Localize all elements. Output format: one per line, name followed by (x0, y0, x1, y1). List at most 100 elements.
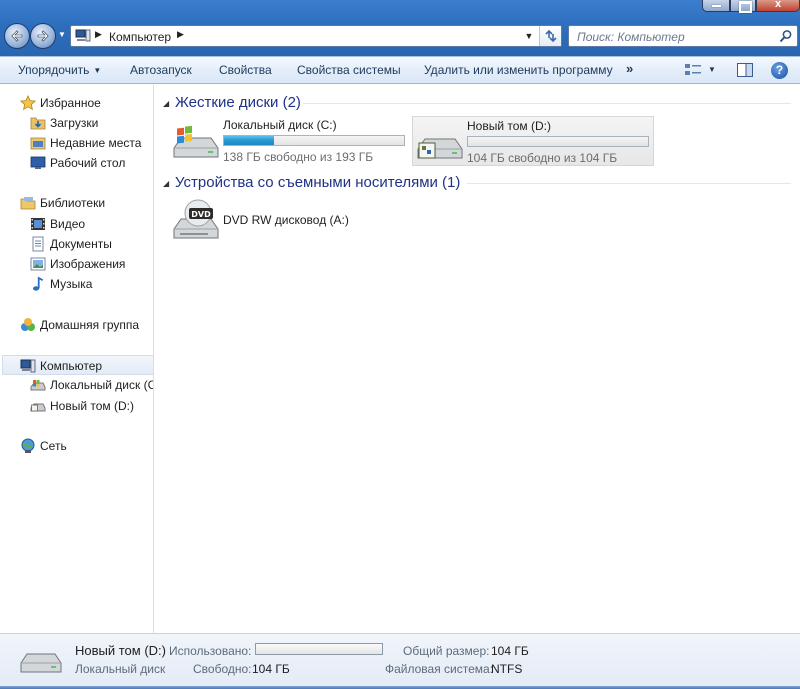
drive-icon (417, 138, 463, 159)
system-properties-button[interactable]: Свойства системы (297, 63, 401, 77)
free-value: 104 ГБ (252, 662, 290, 676)
sidebar-item-desktop[interactable]: Рабочий стол (30, 153, 152, 173)
sidebar-item-label: Недавние места (50, 136, 142, 150)
close-button[interactable]: x (756, 0, 800, 12)
drive-usage-bar (467, 136, 649, 147)
total-size-label: Общий размер: (403, 644, 490, 658)
sidebar-item-label: Домашняя группа (40, 318, 140, 332)
sidebar-item-label: Видео (50, 217, 86, 231)
documents-icon (32, 236, 44, 252)
sidebar-item-label: Рабочий стол (50, 156, 126, 170)
maximize-button[interactable] (730, 0, 756, 13)
search-icon[interactable] (779, 29, 793, 43)
sidebar-item-downloads[interactable]: Загрузки (30, 113, 152, 133)
drive-name: Новый том (D:) (467, 119, 551, 133)
details-usage-bar (255, 643, 383, 655)
drive-tile-c[interactable]: Локальный диск (C:) 138 ГБ свободно из 1… (169, 116, 410, 166)
drive-usage-fill (224, 136, 275, 145)
help-icon[interactable]: ? (771, 62, 788, 79)
homegroup-icon (21, 318, 35, 331)
system-drive-icon (173, 125, 219, 158)
navigation-pane: Избранное Загрузки Недавние места Рабочи… (0, 85, 154, 633)
sidebar-item-computer[interactable]: Компьютер (2, 355, 153, 375)
organize-button[interactable]: Упорядочить ▼ (18, 63, 101, 77)
sidebar-item-recent[interactable]: Недавние места (30, 133, 152, 153)
sidebar-item-label: Музыка (50, 277, 93, 291)
drive-name: Локальный диск (C:) (223, 118, 337, 132)
autoplay-button[interactable]: Автозапуск (130, 63, 192, 77)
drive-tile-d[interactable]: Новый том (D:) 104 ГБ свободно из 104 ГБ (412, 116, 654, 166)
group-title: Жесткие диски (2) (175, 94, 301, 111)
network-icon (21, 438, 35, 453)
change-view-icon[interactable] (684, 63, 702, 77)
sidebar-item-network[interactable]: Сеть (20, 436, 150, 456)
music-icon (33, 276, 44, 291)
sidebar-item-libraries[interactable]: Библиотеки (20, 193, 150, 213)
properties-button[interactable]: Свойства (219, 63, 272, 77)
sidebar-item-favorites[interactable]: Избранное (20, 93, 150, 113)
file-system-label: Файловая система: (385, 662, 494, 676)
pictures-icon (30, 257, 46, 271)
arrow-right-icon (37, 30, 49, 42)
recent-pages-dropdown[interactable]: ▼ (58, 30, 68, 40)
back-button[interactable] (4, 23, 30, 49)
search-placeholder: Поиск: Компьютер (577, 30, 685, 44)
computer-icon (20, 359, 36, 373)
details-item-kind: Локальный диск (75, 662, 166, 676)
group-divider (303, 103, 791, 104)
sidebar-item-label: Изображения (50, 257, 126, 271)
sidebar-item-new-volume[interactable]: Новый том (D:) (30, 396, 153, 416)
used-label: Использовано: (169, 644, 252, 658)
preview-pane-icon[interactable] (737, 63, 753, 77)
sidebar-item-documents[interactable]: Документы (30, 234, 152, 254)
recent-places-icon (30, 137, 46, 150)
sidebar-item-pictures[interactable]: Изображения (30, 254, 152, 274)
system-drive-icon (30, 380, 46, 391)
breadcrumb-separator[interactable]: ▶ (177, 29, 184, 40)
uninstall-program-button[interactable]: Удалить или изменить программу (424, 63, 613, 77)
sidebar-item-label: Документы (50, 237, 112, 251)
command-bar: Упорядочить ▼ Автозапуск Свойства Свойств… (0, 56, 800, 84)
star-icon (20, 95, 36, 111)
dvd-drive-icon: DVD (173, 199, 219, 239)
computer-icon (75, 29, 91, 42)
group-hard-disks[interactable]: ◢ Жесткие диски (2) (163, 93, 793, 113)
sidebar-item-videos[interactable]: Видео (30, 214, 152, 234)
more-commands-button[interactable]: » (626, 61, 633, 76)
sidebar-item-label: Избранное (40, 96, 101, 110)
sidebar-item-label: Локальный диск (С (50, 378, 154, 392)
details-item-name: Новый том (D:) (75, 643, 166, 658)
refresh-button[interactable] (539, 26, 561, 46)
breadcrumb-separator[interactable]: ▶ (95, 29, 102, 40)
desktop-icon (30, 156, 46, 169)
sidebar-item-local-disk[interactable]: Локальный диск (С (30, 375, 154, 395)
sidebar-item-label: Сеть (40, 439, 67, 453)
details-pane: Новый том (D:) Локальный диск Использова… (0, 633, 800, 689)
window-controls: x (702, 0, 800, 13)
drive-tile-dvd[interactable]: DVD DVD RW дисковод (A:) (169, 197, 410, 247)
sidebar-item-label: Библиотеки (40, 196, 106, 210)
chevron-down-icon[interactable]: ▼ (708, 65, 716, 74)
forward-button[interactable] (30, 23, 56, 49)
breadcrumb-computer[interactable]: Компьютер (109, 30, 171, 44)
group-removable[interactable]: ◢ Устройства со съемными носителями (1) (163, 173, 793, 193)
drive-name: DVD RW дисковод (A:) (223, 213, 349, 227)
minimize-button[interactable] (702, 0, 730, 12)
address-bar[interactable]: ▶ Компьютер ▶ ▼ (70, 25, 562, 47)
group-divider (467, 183, 791, 184)
window-title-bar: x ▼ ▶ Компьютер ▶ ▼ Поиск: Компьютер (0, 0, 800, 56)
drive-icon (30, 403, 46, 412)
search-box[interactable]: Поиск: Компьютер (568, 25, 798, 47)
downloads-folder-icon (30, 117, 46, 130)
sidebar-item-music[interactable]: Музыка (30, 274, 152, 294)
video-icon (31, 218, 45, 230)
address-dropdown[interactable]: ▼ (521, 26, 537, 46)
free-label: Свободно: (193, 662, 252, 676)
collapse-triangle-icon[interactable]: ◢ (163, 179, 169, 188)
total-size-value: 104 ГБ (491, 644, 529, 658)
sidebar-item-homegroup[interactable]: Домашняя группа (20, 315, 150, 335)
sidebar-item-label: Компьютер (40, 359, 103, 373)
drive-free-space: 138 ГБ свободно из 193 ГБ (223, 150, 374, 164)
collapse-triangle-icon[interactable]: ◢ (163, 99, 169, 108)
organize-label: Упорядочить (18, 63, 90, 77)
